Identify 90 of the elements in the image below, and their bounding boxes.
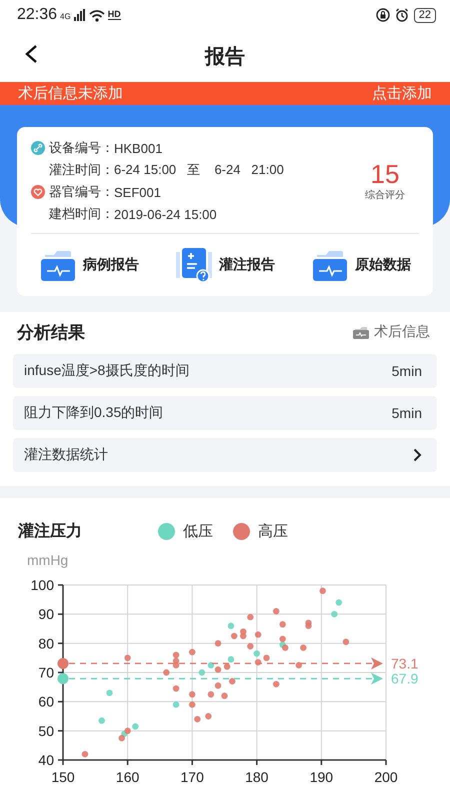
data-point — [214, 640, 222, 647]
report-button[interactable]: 原始数据 — [311, 247, 411, 283]
data-point — [300, 644, 306, 651]
average-marker — [58, 658, 68, 669]
data-point — [272, 680, 280, 688]
section-title: 分析结果 — [16, 322, 85, 344]
data-point — [320, 588, 326, 594]
hd-indicator: HD — [108, 10, 121, 20]
x-tick-label: 170 — [180, 769, 204, 785]
post-op-link[interactable]: 术后信息 — [353, 323, 437, 341]
data-point — [194, 716, 201, 722]
field-label: 器官编号： — [49, 183, 114, 201]
y-tick-label: 90 — [38, 606, 54, 622]
legend-label: 高压 — [258, 522, 288, 540]
legend-label: 低压 — [183, 522, 213, 540]
data-point — [263, 654, 270, 662]
wifi-icon — [88, 8, 105, 22]
data-point — [229, 678, 236, 684]
data-point — [296, 662, 302, 668]
y-tick-label: 100 — [30, 577, 54, 593]
field-value: 2019-06-24 15:00 — [114, 206, 217, 222]
data-point — [189, 691, 196, 698]
data-point — [221, 692, 228, 700]
data-point — [82, 750, 88, 758]
average-value: 73.1 — [391, 655, 418, 672]
banner-message: 术后信息未添加 — [18, 84, 123, 103]
data-point — [254, 631, 262, 638]
field-value: SEF001 — [114, 184, 161, 200]
y-tick-label: 50 — [38, 722, 54, 739]
data-point — [189, 701, 196, 708]
result-label: 灌注数据统计 — [24, 446, 108, 464]
result-value: 5min — [392, 405, 422, 421]
data-point — [272, 608, 280, 614]
result-label: 阻力下降到0.35的时间 — [24, 404, 164, 422]
calculator-icon — [175, 246, 213, 284]
data-point — [198, 669, 206, 676]
page-title: 报告 — [205, 44, 245, 70]
data-point — [336, 599, 342, 606]
data-point — [231, 632, 238, 640]
y-tick-label: 70 — [38, 664, 54, 680]
data-point — [124, 654, 131, 662]
data-point — [172, 685, 180, 692]
score-value: 15 — [370, 160, 400, 188]
data-point — [163, 669, 170, 676]
field-value: HKB001 — [114, 140, 162, 156]
score-label: 综合评分 — [365, 188, 405, 202]
field-label: 设备编号： — [49, 139, 114, 157]
result-row[interactable]: 灌注数据统计 — [13, 438, 437, 472]
chevron-right-icon — [413, 448, 422, 462]
data-point — [279, 621, 286, 628]
lock-icon — [376, 8, 390, 22]
result-value: 5min — [392, 363, 422, 379]
field-label: 灌注时间： — [49, 161, 114, 179]
back-icon — [24, 44, 38, 64]
network-type: 4G — [60, 12, 71, 21]
data-point — [331, 610, 338, 618]
data-point — [205, 713, 212, 720]
field-value: 6-24 15:00 至 6-24 21:00 — [114, 161, 284, 179]
data-point — [106, 690, 113, 696]
data-point — [254, 659, 262, 666]
signal-icon — [74, 9, 86, 21]
x-tick-label: 150 — [51, 769, 75, 785]
result-label: infuse温度>8摄氏度的时间 — [24, 362, 190, 380]
link-icon — [31, 141, 45, 155]
axis-unit: mmHg — [26, 551, 70, 570]
x-tick-label: 190 — [310, 769, 334, 785]
report-button[interactable]: 病例报告 — [39, 247, 139, 283]
field-label: 建档时间： — [49, 205, 114, 223]
report-button[interactable]: 灌注报告 — [175, 246, 275, 284]
battery-level: 22 — [414, 8, 436, 22]
data-point — [214, 682, 222, 689]
data-point — [228, 622, 234, 630]
data-point — [172, 701, 180, 708]
folder-icon — [353, 325, 369, 339]
average-marker — [58, 673, 68, 684]
chart-title: 灌注压力 — [18, 521, 83, 542]
data-point — [342, 638, 350, 646]
y-tick-label: 40 — [38, 752, 54, 768]
x-tick-label: 160 — [116, 769, 140, 785]
data-point — [189, 648, 196, 656]
y-tick-label: 60 — [38, 694, 54, 710]
alarm-icon — [394, 8, 409, 22]
clock: 22:36 — [17, 6, 58, 24]
x-tick-label: 180 — [245, 769, 268, 785]
y-tick-label: 80 — [38, 635, 54, 652]
x-tick-label: 200 — [374, 769, 398, 785]
average-value: 67.9 — [391, 670, 418, 687]
data-point — [208, 691, 214, 698]
data-point — [247, 614, 254, 620]
data-point — [98, 717, 105, 724]
